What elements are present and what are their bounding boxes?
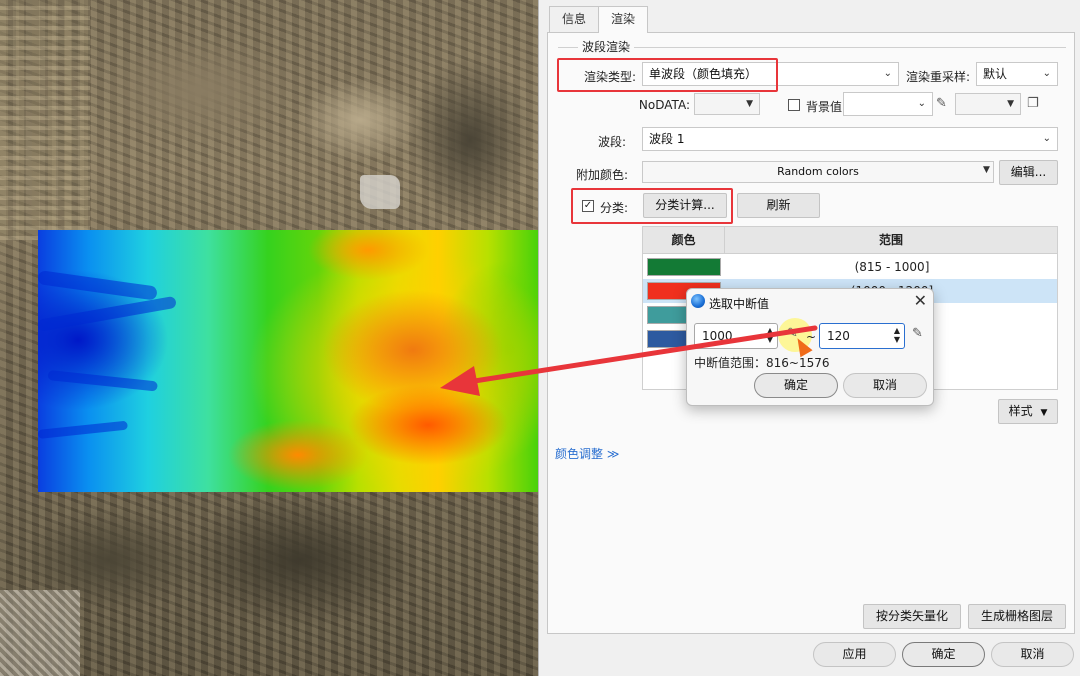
annotation-arrow (440, 325, 818, 396)
triangle-down-icon: ▼ (746, 99, 753, 109)
style-button[interactable]: 样式 ▼ (998, 399, 1058, 424)
dialog-cancel-button[interactable]: 取消 (843, 373, 927, 398)
extra-color-label: 附加颜色: (575, 168, 628, 182)
triangle-down-icon: ▼ (1007, 99, 1014, 109)
close-icon[interactable]: ✕ (914, 291, 927, 310)
background-select[interactable]: ⌄ (843, 92, 933, 116)
extra-color-select[interactable]: Random colors (642, 161, 994, 183)
reservoir-area (360, 175, 400, 209)
background-label: 背景值 (806, 100, 843, 114)
table-row[interactable]: (815 - 1000] (643, 255, 1057, 279)
farmland-area (0, 0, 90, 240)
edit-button[interactable]: 编辑... (999, 160, 1058, 185)
resample-select[interactable]: 默认 ⌄ (976, 62, 1058, 86)
refresh-button[interactable]: 刷新 (737, 193, 820, 218)
tab-info[interactable]: 信息 (549, 6, 600, 32)
step-value-input[interactable]: 120 ▲ ▼ (819, 323, 905, 349)
river-channel (37, 420, 128, 439)
dialog-title: 选取中断值 (709, 297, 770, 311)
header-range: 范围 (725, 227, 1057, 254)
group-title: 波段渲染 (578, 38, 635, 55)
nodata-label: NoDATA: (638, 98, 690, 112)
copy-icon[interactable]: ❐ (1027, 96, 1039, 111)
resample-value: 默认 (983, 67, 1008, 81)
triangle-down-icon: ▼ (1040, 408, 1048, 418)
resample-label: 渲染重采样: (905, 70, 970, 84)
band-label: 波段: (597, 135, 626, 149)
ok-button[interactable]: 确定 (902, 642, 985, 667)
generate-raster-button[interactable]: 生成栅格图层 (968, 604, 1066, 629)
tab-render[interactable]: 渲染 (598, 6, 649, 33)
highlight-render-type (557, 58, 778, 92)
color-adjust-link[interactable]: 颜色调整 ≫ (555, 445, 619, 462)
vectorize-button[interactable]: 按分类矢量化 (863, 604, 961, 629)
town-area (0, 590, 80, 676)
river-channel (36, 295, 177, 332)
step-value: 120 (827, 329, 850, 343)
apply-button[interactable]: 应用 (813, 642, 896, 667)
tab-bar: 信息 渲染 (549, 6, 649, 33)
extra-color-value: Random colors (777, 165, 859, 178)
chevron-down-icon: ⌄ (1042, 68, 1051, 79)
chevron-down-icon: ⌄ (1042, 133, 1051, 144)
style-label: 样式 (1008, 404, 1033, 418)
band-select[interactable]: 波段 1 ⌄ (642, 127, 1058, 151)
color-swatch[interactable] (647, 258, 721, 276)
chevron-down-icon: ⌄ (917, 98, 926, 109)
eyedropper-icon[interactable]: ✎ (936, 96, 947, 111)
chevron-down-icon: ⌄ (883, 68, 892, 79)
background-checkbox[interactable] (788, 99, 800, 111)
river-channel (37, 270, 158, 301)
highlight-classify (571, 188, 733, 224)
river-channel (47, 370, 158, 392)
app-logo-icon (691, 294, 705, 308)
header-color: 颜色 (643, 227, 725, 254)
range-cell: (815 - 1000] (854, 260, 930, 274)
band-value: 波段 1 (649, 132, 685, 146)
eyedropper-icon[interactable]: ✎ (912, 326, 923, 341)
spinner-arrows-icon[interactable]: ▲ ▼ (894, 326, 900, 344)
nodata-select[interactable]: ▼ (694, 93, 760, 115)
cancel-button[interactable]: 取消 (991, 642, 1074, 667)
background-color-select[interactable]: ▼ (955, 93, 1021, 115)
